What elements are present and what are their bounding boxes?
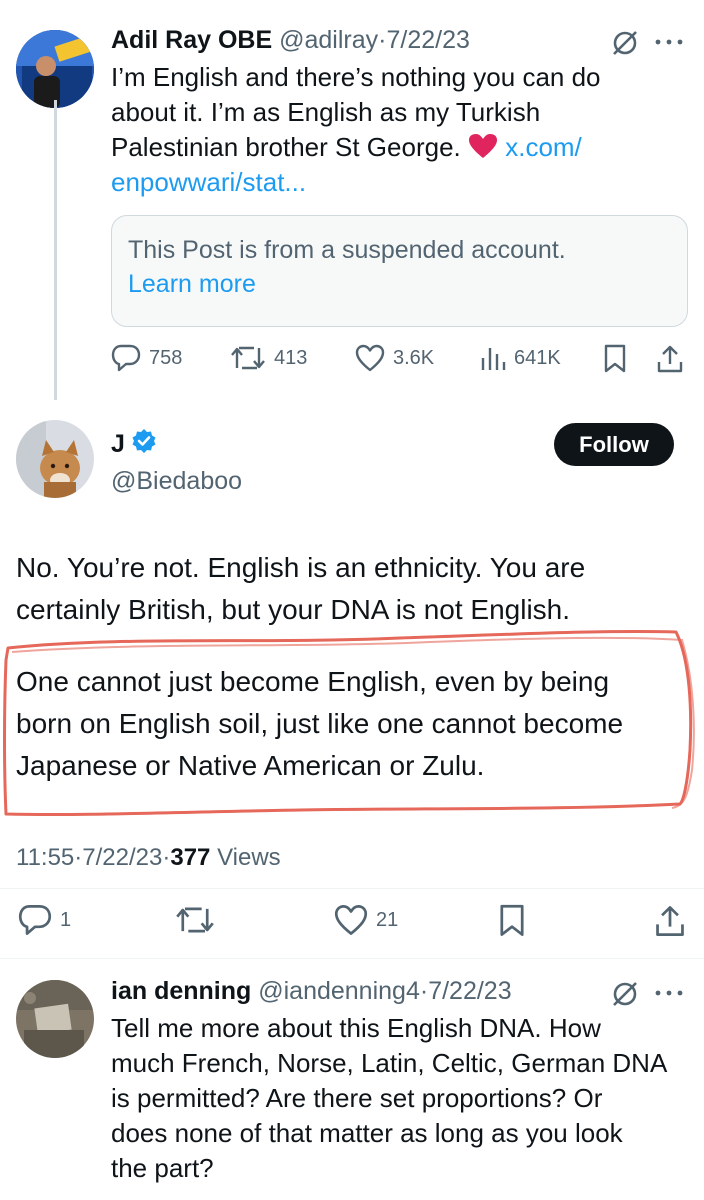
tweet-text: Tell me more about this English DNA. How… (111, 1011, 696, 1186)
verified-badge-icon (131, 428, 157, 461)
grok-icon[interactable] (610, 979, 640, 1014)
bookmark-icon[interactable] (498, 904, 526, 943)
tweet-link[interactable]: x.com/ (505, 132, 582, 162)
author-handle[interactable]: @adilray (279, 26, 378, 54)
reply-count: 758 (149, 346, 183, 369)
author-handle[interactable]: @Biedaboo (111, 467, 242, 496)
grok-icon[interactable] (610, 28, 640, 63)
avatar-image (16, 420, 94, 498)
author-name[interactable]: Adil Ray OBE (111, 26, 272, 54)
author-handle[interactable]: @iandenning4 (258, 977, 420, 1005)
separator-dot: · (419, 977, 429, 1005)
views-icon (481, 348, 506, 370)
reply-count: 1 (60, 908, 72, 931)
avatar-image (16, 30, 94, 108)
avatar-iandenning[interactable] (16, 980, 94, 1058)
thread-connector-line (54, 100, 57, 400)
tweet-header: Adil Ray OBE @adilray·7/22/23 (111, 26, 470, 55)
tweet-date[interactable]: 7/22/23 (82, 844, 162, 871)
repost-button[interactable]: 413 (230, 344, 307, 372)
divider (0, 958, 704, 959)
author-name[interactable]: ian denning (111, 977, 251, 1005)
like-icon (355, 344, 385, 372)
repost-icon (231, 346, 265, 370)
reply-icon (111, 344, 141, 372)
learn-more-link[interactable]: Learn more (128, 270, 256, 299)
reply-button[interactable]: 1 (18, 904, 71, 936)
tweet-time[interactable]: 11:55 (16, 844, 74, 871)
share-icon[interactable] (656, 344, 684, 379)
repost-icon (176, 907, 214, 933)
repost-count: 413 (274, 346, 308, 369)
avatar-image (16, 980, 94, 1058)
like-icon (334, 905, 368, 935)
like-count: 21 (376, 908, 399, 931)
like-button[interactable]: 3.6K (355, 344, 434, 372)
views-label: Views (217, 844, 281, 871)
divider (0, 888, 704, 889)
follow-button[interactable]: Follow (554, 423, 674, 466)
avatar-adilray[interactable] (16, 30, 94, 108)
avatar-biedaboo[interactable] (16, 420, 94, 498)
tweet-text-line: is permitted? Are there set proportions?… (111, 1083, 603, 1113)
like-button[interactable]: 21 (334, 904, 398, 936)
tweet-text-line: Tell me more about this English DNA. How (111, 1013, 601, 1043)
share-icon[interactable] (654, 904, 686, 943)
tweet-date[interactable]: 7/22/23 (386, 26, 469, 54)
tweet-text-line: Palestinian brother St George. x.com/ (111, 130, 691, 165)
views-count: 377 (170, 844, 211, 871)
tweet-date[interactable]: 7/22/23 (428, 977, 511, 1005)
quoted-post-card[interactable]: This Post is from a suspended account. L… (111, 215, 688, 327)
reply-button[interactable]: 758 (111, 344, 182, 372)
more-icon[interactable] (654, 985, 684, 1003)
like-count: 3.6K (393, 346, 435, 369)
author-name[interactable]: J (111, 430, 125, 459)
views-button[interactable]: 641K (480, 344, 561, 372)
tweet-text-line: the part? (111, 1153, 214, 1183)
repost-button[interactable] (175, 904, 215, 941)
suspended-notice: This Post is from a suspended account. (128, 236, 566, 264)
more-icon[interactable] (654, 34, 684, 52)
tweet-header: ian denning @iandenning4·7/22/23 (111, 977, 512, 1006)
author-info: J @Biedaboo (111, 428, 242, 496)
tweet-text-line: about it. I’m as English as my Turkish (111, 97, 541, 127)
tweet-link-continued[interactable]: enpowwari/stat... (111, 165, 691, 200)
tweet-text-line: does none of that matter as long as you … (111, 1118, 623, 1148)
reply-icon (18, 905, 52, 935)
tweet-text: I’m English and there’s nothing you can … (111, 60, 691, 200)
red-highlight-annotation (3, 629, 695, 817)
heart-emoji-icon (468, 132, 498, 162)
views-count: 641K (514, 346, 561, 369)
tweet-meta: 11:55·7/22/23·377 Views (16, 844, 281, 872)
tweet-text-line: I’m English and there’s nothing you can … (111, 62, 601, 92)
tweet-text-line: No. You’re not. English is an ethnicity.… (16, 552, 586, 583)
tweet-text-line: much French, Norse, Latin, Celtic, Germa… (111, 1048, 668, 1078)
tweet-text-segment: Palestinian brother St George. (111, 132, 468, 162)
bookmark-icon[interactable] (603, 344, 627, 379)
paragraph-1: No. You’re not. English is an ethnicity.… (16, 547, 696, 631)
